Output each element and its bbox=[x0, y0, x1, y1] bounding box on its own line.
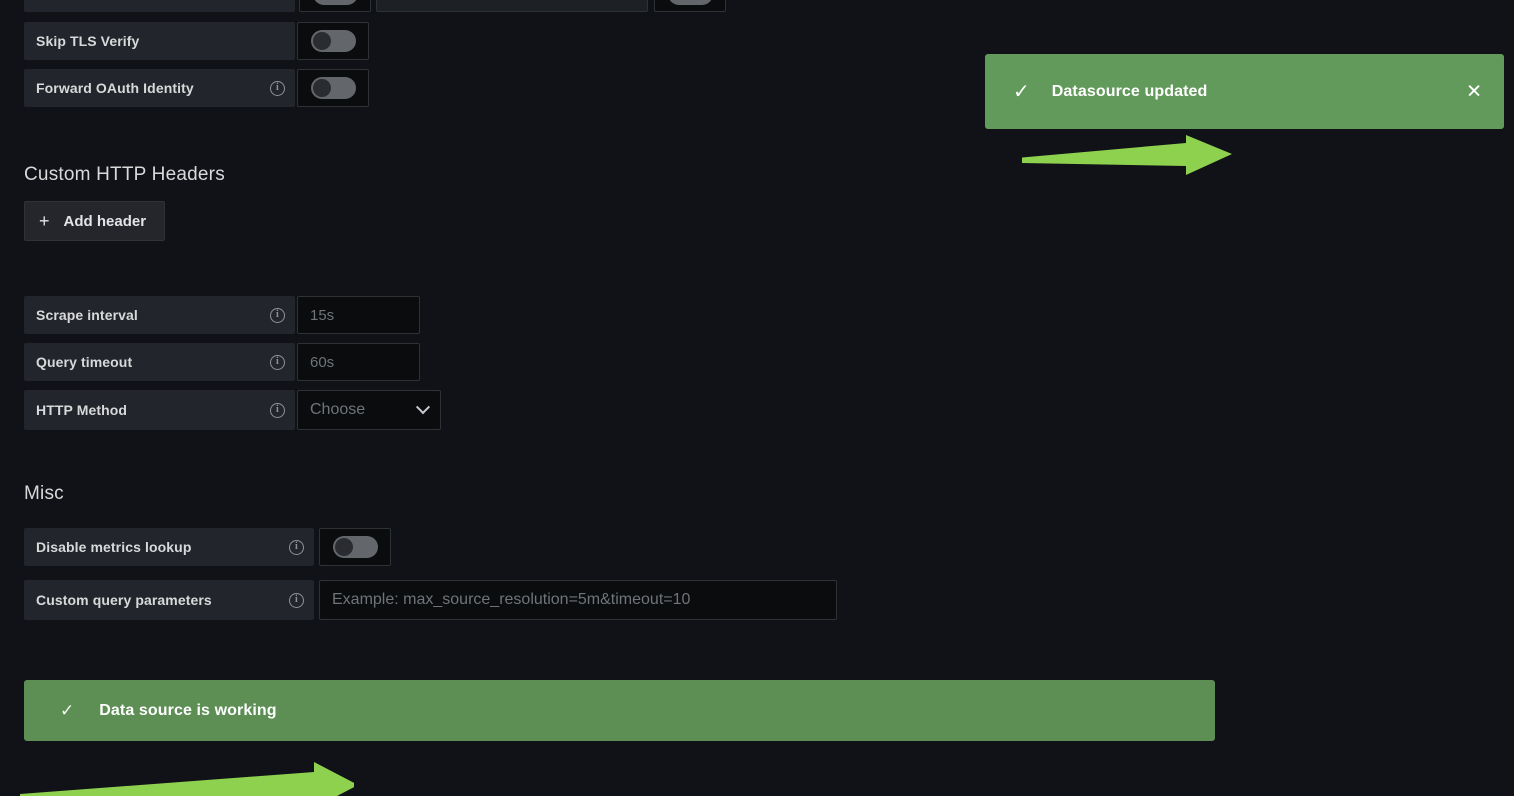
label-text: Query timeout bbox=[36, 354, 133, 370]
input-scrape-interval[interactable]: 15s bbox=[297, 296, 420, 334]
arrow-to-status-banner bbox=[20, 762, 354, 796]
field-row-skip-tls-verify: Skip TLS Verify bbox=[24, 22, 369, 60]
input-query-timeout[interactable]: 60s bbox=[297, 343, 420, 381]
field-row-forward-oauth-identity: Forward OAuth Identity i bbox=[24, 69, 369, 107]
input-placeholder: 15s bbox=[310, 306, 335, 324]
add-header-button[interactable]: + Add header bbox=[24, 201, 166, 241]
info-icon[interactable]: i bbox=[270, 80, 285, 96]
field-row-http-method: HTTP Method i Choose bbox=[24, 390, 441, 430]
label-skip-tls-verify: Skip TLS Verify bbox=[24, 22, 295, 60]
label-custom-query-parameters: Custom query parameters i bbox=[24, 580, 314, 620]
check-icon: ✓ bbox=[1013, 80, 1030, 103]
field-row-custom-query-parameters: Custom query parameters i Example: max_s… bbox=[24, 580, 837, 620]
toggle-switch[interactable] bbox=[332, 536, 378, 558]
label-text: Scrape interval bbox=[36, 307, 138, 323]
toggle-forward-oauth-identity[interactable] bbox=[297, 69, 369, 107]
toggle-switch[interactable] bbox=[310, 77, 356, 99]
label-disable-metrics-lookup: Disable metrics lookup i bbox=[24, 528, 314, 566]
partial-row-toggle-box[interactable] bbox=[299, 0, 371, 12]
arrow-to-toast bbox=[1022, 135, 1232, 175]
datasource-status-message: Data source is working bbox=[99, 701, 277, 719]
check-icon: ✓ bbox=[60, 701, 75, 720]
partial-row-input[interactable] bbox=[376, 0, 648, 12]
input-placeholder: 60s bbox=[310, 353, 335, 371]
partial-row-toggle-box-2[interactable] bbox=[654, 0, 726, 12]
label-scrape-interval: Scrape interval i bbox=[24, 296, 295, 334]
toast-message: Datasource updated bbox=[1051, 82, 1208, 100]
close-icon[interactable]: ✕ bbox=[1466, 82, 1482, 101]
partial-row-label bbox=[24, 0, 295, 12]
label-http-method: HTTP Method i bbox=[24, 390, 295, 430]
select-http-method[interactable]: Choose bbox=[297, 390, 441, 430]
label-text: Disable metrics lookup bbox=[36, 539, 192, 555]
chevron-down-icon bbox=[415, 400, 431, 415]
label-query-timeout: Query timeout i bbox=[24, 343, 295, 381]
partial-row-toggle[interactable] bbox=[313, 0, 358, 5]
label-text: Custom query parameters bbox=[36, 592, 212, 608]
heading-custom-http-headers: Custom HTTP Headers bbox=[24, 164, 225, 185]
input-custom-query-parameters[interactable]: Example: max_source_resolution=5m&timeou… bbox=[319, 580, 837, 620]
input-placeholder: Example: max_source_resolution=5m&timeou… bbox=[332, 591, 691, 608]
toggle-skip-tls-verify[interactable] bbox=[297, 22, 369, 60]
add-header-button-label: Add header bbox=[63, 212, 147, 230]
grafana-datasource-settings-page: Skip TLS Verify Forward OAuth Identity i… bbox=[0, 0, 1514, 796]
info-icon[interactable]: i bbox=[270, 402, 285, 418]
info-icon[interactable]: i bbox=[289, 539, 304, 555]
info-icon[interactable]: i bbox=[289, 592, 304, 608]
label-forward-oauth-identity: Forward OAuth Identity i bbox=[24, 69, 295, 107]
plus-icon: + bbox=[39, 210, 50, 231]
info-icon[interactable]: i bbox=[270, 354, 285, 370]
toast-datasource-updated: ✓ Datasource updated ✕ bbox=[985, 54, 1504, 129]
datasource-status-banner: ✓ Data source is working bbox=[24, 680, 1215, 741]
toggle-switch[interactable] bbox=[310, 30, 356, 52]
select-placeholder: Choose bbox=[310, 401, 366, 418]
label-text: Forward OAuth Identity bbox=[36, 80, 194, 96]
label-text: Skip TLS Verify bbox=[36, 33, 140, 49]
heading-misc: Misc bbox=[24, 483, 64, 504]
partial-row-toggle-2[interactable] bbox=[668, 0, 713, 5]
info-icon[interactable]: i bbox=[270, 307, 285, 323]
label-text: HTTP Method bbox=[36, 402, 128, 418]
field-row-disable-metrics-lookup: Disable metrics lookup i bbox=[24, 528, 391, 566]
field-row-scrape-interval: Scrape interval i 15s bbox=[24, 296, 420, 334]
toggle-disable-metrics-lookup[interactable] bbox=[319, 528, 391, 566]
field-row-query-timeout: Query timeout i 60s bbox=[24, 343, 420, 381]
